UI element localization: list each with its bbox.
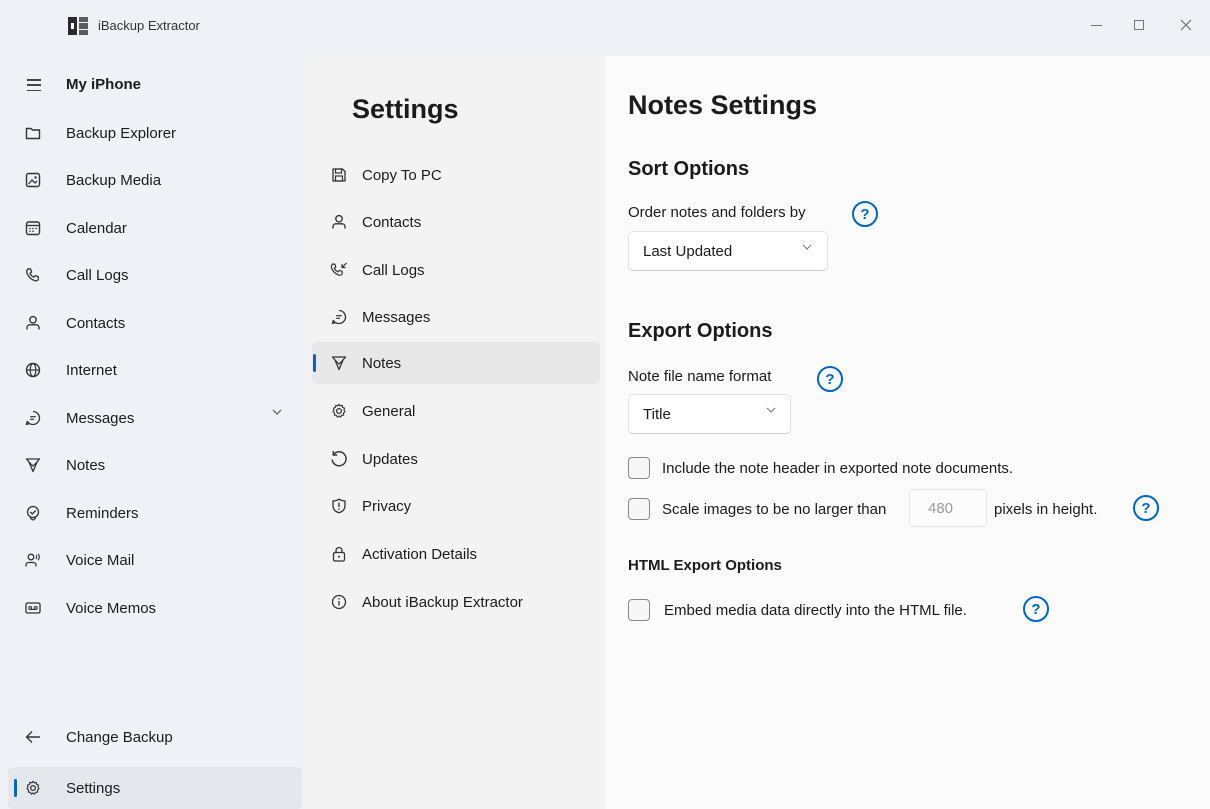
embed-media-help-button[interactable]: ? bbox=[1023, 596, 1049, 622]
max-height-input[interactable]: 480 bbox=[909, 489, 987, 527]
minimize-button[interactable] bbox=[1082, 12, 1110, 38]
close-icon bbox=[1180, 19, 1192, 31]
file-name-format-value: Title bbox=[643, 406, 671, 423]
nav-header-label: My iPhone bbox=[66, 76, 142, 93]
scale-images-help-button[interactable]: ? bbox=[1133, 495, 1159, 521]
page-title: Notes Settings bbox=[628, 90, 818, 120]
nav-item-backup-explorer[interactable]: Backup Explorer bbox=[8, 112, 302, 154]
nav-item-call-logs[interactable]: Call Logs bbox=[8, 254, 302, 296]
gear-icon bbox=[24, 779, 42, 797]
embed-media-label: Embed media data directly into the HTML … bbox=[664, 602, 967, 619]
settings-item-call-logs[interactable]: Call Logs bbox=[312, 249, 600, 291]
app-logo-icon bbox=[68, 17, 88, 35]
chat-icon bbox=[330, 308, 348, 326]
chevron-down-icon bbox=[766, 407, 776, 413]
settings-item-general[interactable]: General bbox=[312, 390, 600, 432]
nav-item-reminders[interactable]: Reminders bbox=[8, 492, 302, 534]
sort-options-title: Sort Options bbox=[628, 158, 750, 180]
phone-icon bbox=[24, 266, 42, 284]
file-name-format-dropdown[interactable]: Title bbox=[628, 394, 791, 434]
chevron-down-icon bbox=[802, 244, 812, 250]
include-header-label: Include the note header in exported note… bbox=[662, 460, 1014, 477]
info-icon bbox=[330, 593, 348, 611]
settings-item-contacts[interactable]: Contacts bbox=[312, 201, 600, 243]
calendar-icon bbox=[24, 219, 42, 237]
embed-media-checkbox[interactable] bbox=[628, 599, 650, 621]
nav-item-internet[interactable]: Internet bbox=[8, 349, 302, 391]
globe-icon bbox=[24, 361, 42, 379]
lock-icon bbox=[330, 545, 348, 563]
title-bar: iBackup Extractor bbox=[0, 0, 1210, 50]
nav-item-change-backup[interactable]: Change Backup bbox=[8, 716, 302, 758]
refresh-icon bbox=[330, 450, 348, 468]
order-by-dropdown[interactable]: Last Updated bbox=[628, 231, 828, 271]
shield-icon bbox=[330, 497, 348, 515]
call-logs-icon bbox=[330, 261, 348, 279]
maximize-icon bbox=[1134, 20, 1144, 30]
export-options-title: Export Options bbox=[628, 320, 773, 342]
notes-icon bbox=[330, 354, 348, 372]
image-icon bbox=[24, 171, 42, 189]
folder-icon bbox=[24, 124, 42, 142]
hamburger-icon[interactable] bbox=[27, 79, 41, 91]
person-icon bbox=[330, 213, 348, 231]
nav-item-backup-media[interactable]: Backup Media bbox=[8, 159, 302, 201]
settings-item-updates[interactable]: Updates bbox=[312, 438, 600, 480]
nav-item-voice-memos[interactable]: Voice Memos bbox=[8, 587, 302, 629]
settings-item-notes[interactable]: Notes bbox=[312, 342, 600, 384]
gear-icon bbox=[330, 402, 348, 420]
nav-item-settings[interactable]: Settings bbox=[8, 767, 302, 809]
scale-images-suffix: pixels in height. bbox=[994, 501, 1098, 518]
arrow-left-icon bbox=[24, 728, 42, 746]
help-icon: ? bbox=[1031, 600, 1041, 618]
nav-item-notes[interactable]: Notes bbox=[8, 444, 302, 486]
max-height-placeholder: 480 bbox=[928, 500, 954, 517]
voicemail-icon bbox=[24, 551, 42, 569]
settings-title: Settings bbox=[352, 94, 459, 124]
settings-item-privacy[interactable]: Privacy bbox=[312, 485, 600, 527]
help-icon: ? bbox=[1141, 499, 1151, 517]
help-icon: ? bbox=[825, 370, 835, 388]
window-title: iBackup Extractor bbox=[98, 18, 200, 33]
notes-icon bbox=[24, 456, 42, 474]
person-icon bbox=[24, 314, 42, 332]
file-name-format-help-button[interactable]: ? bbox=[817, 366, 843, 392]
order-by-help-button[interactable]: ? bbox=[852, 201, 878, 227]
maximize-button[interactable] bbox=[1125, 12, 1153, 38]
settings-item-activation-details[interactable]: Activation Details bbox=[312, 533, 600, 575]
nav-item-voice-mail[interactable]: Voice Mail bbox=[8, 539, 302, 581]
nav-item-calendar[interactable]: Calendar bbox=[8, 207, 302, 249]
scale-images-label: Scale images to be no larger than bbox=[662, 501, 887, 518]
order-by-value: Last Updated bbox=[643, 243, 733, 260]
close-button[interactable] bbox=[1172, 12, 1200, 38]
voicememo-icon bbox=[24, 599, 42, 617]
minimize-icon bbox=[1090, 24, 1102, 26]
chevron-down-icon[interactable] bbox=[272, 409, 282, 415]
nav-item-messages[interactable]: Messages bbox=[8, 397, 302, 439]
order-by-label: Order notes and folders by bbox=[628, 204, 806, 221]
settings-item-copy-to-pc[interactable]: Copy To PC bbox=[312, 154, 600, 196]
nav-item-contacts[interactable]: Contacts bbox=[8, 302, 302, 344]
settings-list-pane: Settings Copy To PC Contacts Call Logs M… bbox=[308, 56, 606, 809]
html-export-options-title: HTML Export Options bbox=[628, 557, 782, 574]
chat-icon bbox=[24, 409, 42, 427]
nav-header-my-iphone[interactable]: My iPhone bbox=[0, 66, 300, 106]
settings-item-about[interactable]: About iBackup Extractor bbox=[312, 581, 600, 623]
file-name-format-label: Note file name format bbox=[628, 368, 772, 385]
help-icon: ? bbox=[860, 205, 870, 223]
include-header-checkbox[interactable] bbox=[628, 457, 650, 479]
scale-images-checkbox[interactable] bbox=[628, 498, 650, 520]
save-icon bbox=[330, 166, 348, 184]
notes-settings-pane: Notes Settings Sort Options Order notes … bbox=[606, 56, 1210, 809]
settings-item-messages[interactable]: Messages bbox=[312, 296, 600, 338]
reminder-icon bbox=[24, 504, 42, 522]
